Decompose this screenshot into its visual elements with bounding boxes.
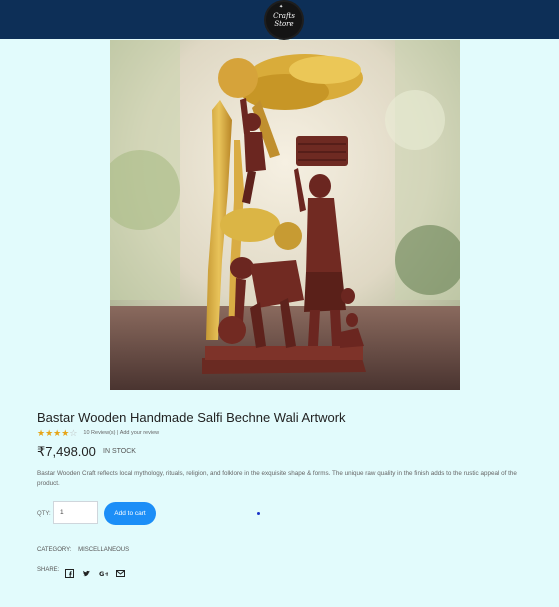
- google-plus-icon[interactable]: G+: [99, 565, 110, 578]
- product-image: [110, 40, 460, 390]
- sparkle-icon: ✦: [279, 4, 284, 10]
- rating-row: ★ ★ ★ ★ ☆ 10 Review(s) | Add your review: [37, 428, 159, 438]
- quantity-input[interactable]: [53, 501, 98, 524]
- facebook-icon[interactable]: [65, 565, 75, 578]
- store-logo[interactable]: ✦ Crafts Store: [266, 2, 302, 38]
- stock-status: IN STOCK: [103, 448, 136, 455]
- category-link[interactable]: MISCELLANEOUS: [78, 547, 129, 553]
- add-review-link[interactable]: Add your review: [120, 430, 159, 436]
- star-icon: ★: [53, 428, 62, 438]
- star-icon: ★: [45, 428, 54, 438]
- email-icon[interactable]: [116, 565, 126, 577]
- svg-text:G+: G+: [99, 570, 108, 578]
- product-description: Bastar Wooden Craft reflects local mytho…: [37, 470, 517, 487]
- star-icon: ★: [37, 428, 46, 438]
- share-label: SHARE:: [37, 566, 60, 573]
- header-bar: ✦ Crafts Store: [0, 0, 559, 39]
- star-icon: ★: [61, 428, 70, 438]
- review-separator: |: [117, 430, 119, 436]
- category-label: CATEGORY:: [37, 547, 72, 553]
- loading-dot: [257, 512, 260, 515]
- share-row: SHARE: G+: [37, 565, 133, 578]
- add-to-cart-button[interactable]: Add to cart: [104, 502, 156, 525]
- review-links: 10 Review(s) | Add your review: [83, 430, 159, 436]
- qty-label: QTY:: [37, 511, 51, 517]
- star-empty-icon: ☆: [69, 428, 78, 438]
- logo-text-line1: Crafts: [273, 12, 295, 20]
- category-row: CATEGORY: MISCELLANEOUS: [37, 547, 129, 553]
- reviews-count-link[interactable]: 10 Review(s): [83, 430, 115, 436]
- twitter-icon[interactable]: [82, 565, 91, 577]
- logo-text-line2: Store: [274, 20, 294, 28]
- product-price: ₹7,498.00: [37, 444, 96, 459]
- product-title: Bastar Wooden Handmade Salfi Bechne Wali…: [37, 410, 346, 425]
